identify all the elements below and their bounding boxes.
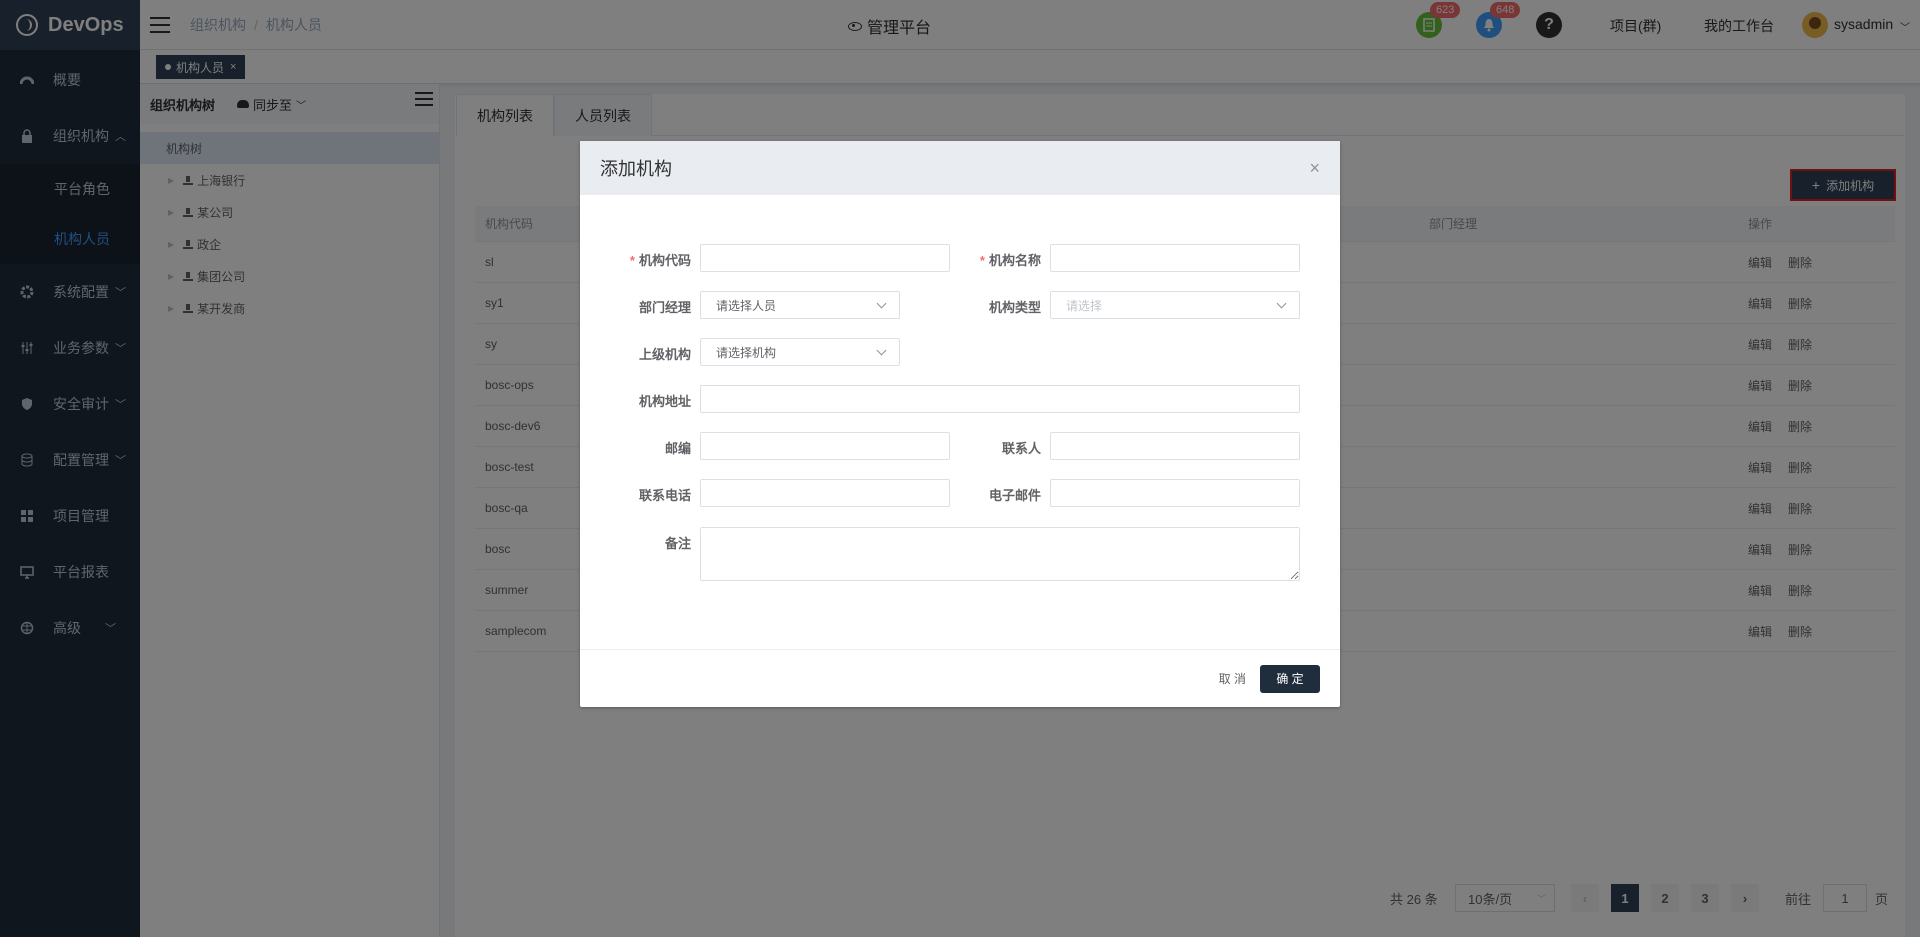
- manager-select[interactable]: 请选择人员: [700, 291, 900, 319]
- zip-label: 邮编: [664, 441, 691, 456]
- add-org-dialog: 添加机构 × * 机构代码 * 机构名称 部门经理 请选择人员 机构类型 请选择 上…: [580, 141, 1340, 707]
- name-input[interactable]: [1050, 244, 1300, 272]
- zip-input[interactable]: [700, 432, 950, 460]
- chevron-down-icon: [876, 345, 887, 356]
- phone-label: 联系电话: [638, 488, 691, 503]
- email-input[interactable]: [1050, 479, 1300, 507]
- dialog-header: 添加机构 ×: [580, 141, 1340, 195]
- address-label: 机构地址: [638, 394, 691, 409]
- contact-input[interactable]: [1050, 432, 1300, 460]
- type-placeholder: 请选择: [1066, 298, 1103, 313]
- parent-select[interactable]: 请选择机构: [700, 338, 900, 366]
- app: DevOps 概要 组织机构 ︿ 平台角色 机构人员 系统配置 ﹀ 业务参数 ﹀…: [0, 0, 1920, 937]
- chevron-down-icon: [876, 298, 887, 309]
- parent-label: 上级机构: [638, 347, 691, 362]
- email-label: 电子邮件: [988, 488, 1041, 503]
- code-label: * 机构代码: [629, 253, 691, 268]
- manager-label: 部门经理: [638, 300, 691, 315]
- code-label-text: 机构代码: [638, 253, 691, 268]
- contact-label: 联系人: [1001, 441, 1041, 456]
- code-input[interactable]: [700, 244, 950, 272]
- manager-placeholder: 请选择人员: [716, 298, 777, 313]
- name-label: * 机构名称: [979, 253, 1041, 268]
- type-label: 机构类型: [988, 300, 1041, 315]
- confirm-button[interactable]: 确 定: [1260, 664, 1320, 693]
- name-label-text: 机构名称: [988, 253, 1041, 268]
- close-icon[interactable]: ×: [1309, 158, 1320, 179]
- address-input[interactable]: [700, 385, 1300, 413]
- parent-placeholder: 请选择机构: [716, 345, 777, 360]
- chevron-down-icon: [1276, 298, 1287, 309]
- remark-label: 备注: [664, 536, 691, 551]
- remark-textarea[interactable]: [700, 527, 1300, 581]
- phone-input[interactable]: [700, 479, 950, 507]
- cancel-button[interactable]: 取 消: [1219, 670, 1246, 687]
- type-select[interactable]: 请选择: [1050, 291, 1300, 319]
- dialog-footer: 取 消 确 定: [580, 649, 1340, 707]
- dialog-title: 添加机构: [600, 159, 672, 179]
